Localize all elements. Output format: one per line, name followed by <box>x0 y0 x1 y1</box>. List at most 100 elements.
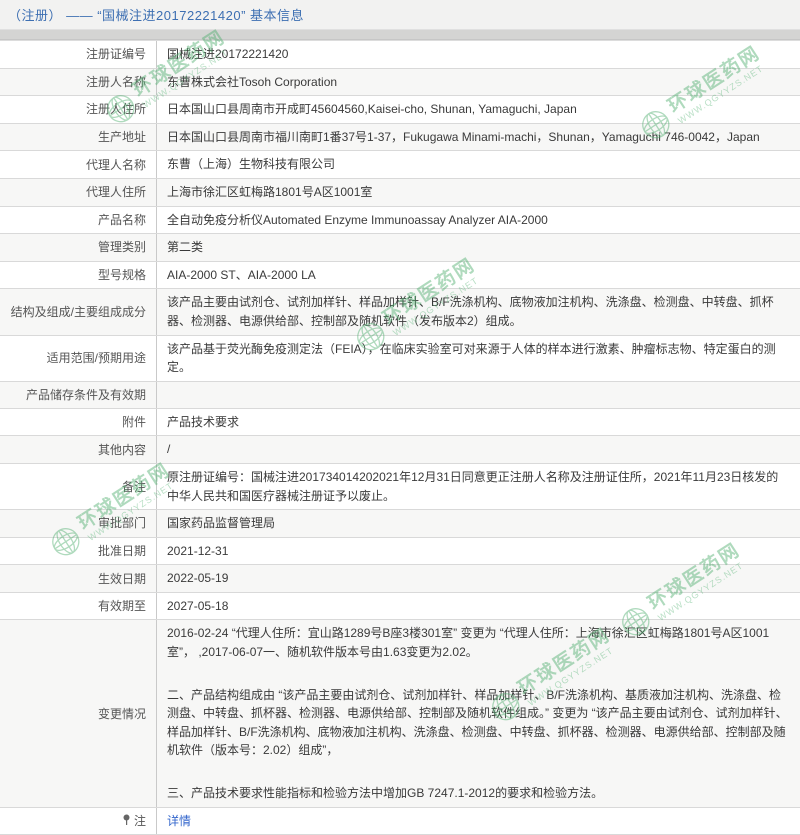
details-link[interactable]: 详情 <box>167 812 790 831</box>
row-label-text: 代理人名称 <box>86 156 146 174</box>
row-label: 生产地址 <box>0 124 157 151</box>
row-label: 代理人住所 <box>0 179 157 206</box>
row-label: 注册证编号 <box>0 41 157 68</box>
row-value-text: 2022-05-19 <box>167 569 790 588</box>
row-value-text: 国家药品监督管理局 <box>167 514 790 533</box>
row-label: 备注 <box>0 464 157 509</box>
header-divider <box>0 30 800 40</box>
row-label-text: 注册人名称 <box>86 73 146 91</box>
row-value-text: 日本国山口县周南市开成町45604560,Kaisei-cho, Shunan,… <box>167 100 790 119</box>
row-value-paragraph: 三、产品技术要求性能指标和检验方法中增加GB 7247.1-2012的要求和检验… <box>167 784 790 803</box>
table-row: 产品储存条件及有效期 <box>0 382 800 409</box>
info-table: 注册证编号 国械注进20172221420 注册人名称 东曹株式会社Tosoh Cor… <box>0 40 800 835</box>
row-value-text: 该产品主要由试剂仓、试剂加样针、样品加样针、B/F洗涤机构、底物液加注机构、洗涤… <box>167 293 790 330</box>
row-value: 东曹株式会社Tosoh Corporation <box>157 69 800 96</box>
row-label: 附件 <box>0 409 157 436</box>
row-label-text: 产品储存条件及有效期 <box>26 386 146 404</box>
row-value-text: 全自动免疫分析仪Automated Enzyme Immunoassay Ana… <box>167 211 790 230</box>
table-row: 批准日期 2021-12-31 <box>0 538 800 566</box>
row-label: 批准日期 <box>0 538 157 565</box>
row-label: 审批部门 <box>0 510 157 537</box>
table-row: 审批部门 国家药品监督管理局 <box>0 510 800 538</box>
page-header: （注册） —— “国械注进20172221420” 基本信息 <box>0 0 800 30</box>
table-row: 代理人名称 东曹（上海）生物科技有限公司 <box>0 151 800 179</box>
row-value: 原注册证编号：国械注进201734014202021年12月31日同意更正注册人… <box>157 464 800 509</box>
row-value: AIA-2000 ST、AIA-2000 LA <box>157 262 800 289</box>
row-value-text: 东曹（上海）生物科技有限公司 <box>167 155 790 174</box>
row-label-text: 型号规格 <box>98 266 146 284</box>
row-value-text: 国械注进20172221420 <box>167 45 790 64</box>
row-value: 上海市徐汇区虹梅路1801号A区1001室 <box>157 179 800 206</box>
row-label: 适用范围/预期用途 <box>0 336 157 381</box>
row-label-text: 产品名称 <box>98 211 146 229</box>
table-row: 注册证编号 国械注进20172221420 <box>0 41 800 69</box>
table-row: 代理人住所 上海市徐汇区虹梅路1801号A区1001室 <box>0 179 800 207</box>
table-row: 变更情况 2016-02-24 “代理人住所：宜山路1289号B座3楼301室” … <box>0 620 800 807</box>
row-label: 产品名称 <box>0 207 157 234</box>
row-label-text: 备注 <box>122 478 146 496</box>
row-label: 变更情况 <box>0 620 157 806</box>
row-label: 型号规格 <box>0 262 157 289</box>
row-value: 产品技术要求 <box>157 409 800 436</box>
row-label-text: 变更情况 <box>98 705 146 723</box>
row-value: 2016-02-24 “代理人住所：宜山路1289号B座3楼301室” 变更为 … <box>157 620 800 806</box>
row-label: 生效日期 <box>0 565 157 592</box>
row-label-text: 注 <box>134 812 146 830</box>
row-label-text: 代理人住所 <box>86 183 146 201</box>
table-row: 备注 原注册证编号：国械注进201734014202021年12月31日同意更正注… <box>0 464 800 510</box>
row-label-text: 注册人住所 <box>86 100 146 118</box>
row-value: 该产品主要由试剂仓、试剂加样针、样品加样针、B/F洗涤机构、底物液加注机构、洗涤… <box>157 289 800 334</box>
row-value-text: 2027-05-18 <box>167 597 790 616</box>
row-value-text: 东曹株式会社Tosoh Corporation <box>167 73 790 92</box>
row-value-text: 该产品基于荧光酶免疫测定法（FEIA），在临床实验室可对来源于人体的样本进行激素… <box>167 340 790 377</box>
row-value-text: 产品技术要求 <box>167 413 790 432</box>
row-value: 国家药品监督管理局 <box>157 510 800 537</box>
row-label-text: 适用范围/预期用途 <box>47 349 146 367</box>
row-label: 代理人名称 <box>0 151 157 178</box>
row-label-text: 注册证编号 <box>86 45 146 63</box>
row-label: 产品储存条件及有效期 <box>0 382 157 408</box>
row-label-text: 生效日期 <box>98 570 146 588</box>
row-label: 注册人名称 <box>0 69 157 96</box>
table-row: 管理类别第二类 <box>0 234 800 262</box>
row-value-text: AIA-2000 ST、AIA-2000 LA <box>167 266 790 285</box>
row-value-text: 上海市徐汇区虹梅路1801号A区1001室 <box>167 183 790 202</box>
row-value-text: / <box>167 440 790 459</box>
row-value-paragraph: 2016-02-24 “代理人住所：宜山路1289号B座3楼301室” 变更为 … <box>167 624 790 661</box>
row-value-paragraph: 二、产品结构组成由 “该产品主要由试剂仓、试剂加样针、样品加样针、B/F洗涤机构… <box>167 686 790 760</box>
table-row: 生产地址 日本国山口县周南市福川南町1番37号1-37，Fukugawa Mina… <box>0 124 800 152</box>
table-row: 生效日期 2022-05-19 <box>0 565 800 593</box>
table-row: 产品名称 全自动免疫分析仪Automated Enzyme Immunoassay… <box>0 207 800 235</box>
table-row: 适用范围/预期用途 该产品基于荧光酶免疫测定法（FEIA），在临床实验室可对来源于… <box>0 336 800 382</box>
row-label-text: 批准日期 <box>98 542 146 560</box>
row-value: 2022-05-19 <box>157 565 800 592</box>
row-label-text: 附件 <box>122 413 146 431</box>
row-label-text: 生产地址 <box>98 128 146 146</box>
row-label-text: 结构及组成/主要组成成分 <box>11 303 146 321</box>
table-row: 型号规格 AIA-2000 ST、AIA-2000 LA <box>0 262 800 290</box>
page: （注册） —— “国械注进20172221420” 基本信息 注册证编号 国械注进… <box>0 0 800 735</box>
row-value: 详情 <box>157 808 800 835</box>
row-value-text: 第二类 <box>167 238 790 257</box>
row-value: 第二类 <box>157 234 800 261</box>
table-row: 注册人名称 东曹株式会社Tosoh Corporation <box>0 69 800 97</box>
row-label-text: 有效期至 <box>98 597 146 615</box>
row-value: 2021-12-31 <box>157 538 800 565</box>
table-row: 附件 产品技术要求 <box>0 409 800 437</box>
row-value: 东曹（上海）生物科技有限公司 <box>157 151 800 178</box>
row-value: 2027-05-18 <box>157 593 800 620</box>
row-label: 有效期至 <box>0 593 157 620</box>
row-value: 日本国山口县周南市福川南町1番37号1-37，Fukugawa Minami-m… <box>157 124 800 151</box>
row-label: 其他内容 <box>0 436 157 463</box>
row-label: 结构及组成/主要组成成分 <box>0 289 157 334</box>
row-label: 注册人住所 <box>0 96 157 123</box>
table-row: 其他内容 / <box>0 436 800 464</box>
row-value-text: 日本国山口县周南市福川南町1番37号1-37，Fukugawa Minami-m… <box>167 128 790 147</box>
row-label: 管理类别 <box>0 234 157 261</box>
row-value <box>157 382 800 408</box>
table-row: 注 详情 <box>0 808 800 835</box>
row-value: 国械注进20172221420 <box>157 41 800 68</box>
row-label-text: 审批部门 <box>98 514 146 532</box>
row-value: 该产品基于荧光酶免疫测定法（FEIA），在临床实验室可对来源于人体的样本进行激素… <box>157 336 800 381</box>
row-value-text: 原注册证编号：国械注进201734014202021年12月31日同意更正注册人… <box>167 468 790 505</box>
